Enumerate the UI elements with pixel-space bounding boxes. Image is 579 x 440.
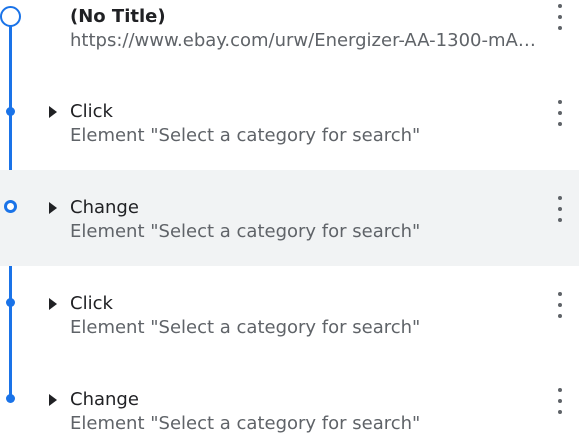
step-target: Element "Select a category for search" <box>70 317 421 338</box>
step-title: Click <box>70 293 113 314</box>
more-vertical-icon[interactable] <box>550 4 570 30</box>
caret-right-icon[interactable] <box>49 298 57 310</box>
caret-right-icon[interactable] <box>49 106 57 118</box>
step-title: Click <box>70 101 113 122</box>
step-target: Element "Select a category for search" <box>70 221 421 242</box>
timeline-start-node <box>0 6 21 27</box>
timeline-node-selected <box>4 200 17 213</box>
step-title: (No Title) <box>70 6 166 27</box>
timeline-node <box>6 298 15 307</box>
step-change-2[interactable]: Change Element "Select a category for se… <box>0 366 579 440</box>
step-url: https://www.ebay.com/urw/Energizer-AA-13… <box>70 30 540 51</box>
step-click-2[interactable]: Click Element "Select a category for sea… <box>0 270 579 366</box>
timeline-node <box>6 394 15 403</box>
step-change-1[interactable]: Change Element "Select a category for se… <box>0 170 579 266</box>
timeline-node <box>6 107 15 116</box>
more-vertical-icon[interactable] <box>550 388 570 414</box>
more-vertical-icon[interactable] <box>550 100 570 126</box>
more-vertical-icon[interactable] <box>550 292 570 318</box>
step-target: Element "Select a category for search" <box>70 125 421 146</box>
caret-right-icon[interactable] <box>49 202 57 214</box>
caret-right-icon[interactable] <box>49 394 57 406</box>
step-target: Element "Select a category for search" <box>70 413 421 434</box>
step-click-1[interactable]: Click Element "Select a category for sea… <box>0 78 579 174</box>
step-title: Change <box>70 389 139 410</box>
more-vertical-icon[interactable] <box>550 196 570 222</box>
step-title: Change <box>70 197 139 218</box>
recording-timeline: (No Title) https://www.ebay.com/urw/Ener… <box>0 0 579 440</box>
